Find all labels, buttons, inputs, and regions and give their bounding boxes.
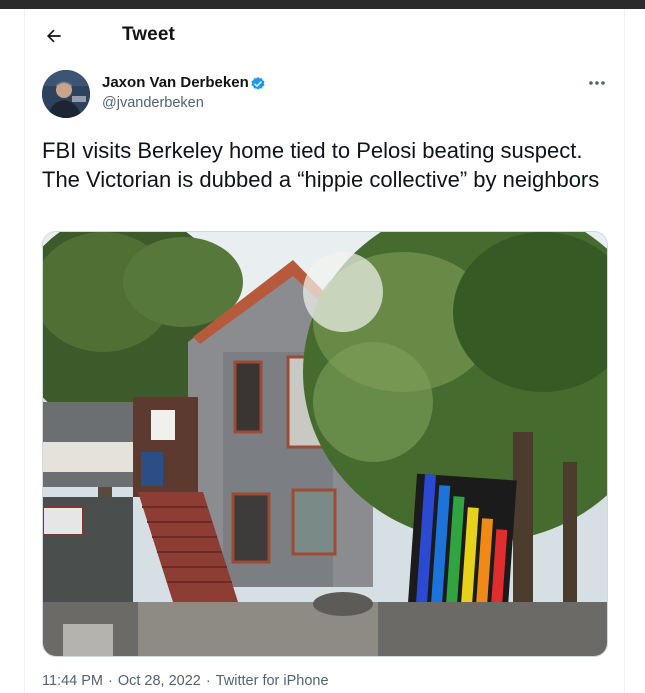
tweet-metadata: 11:44 PM · Oct 28, 2022 · Twitter for iPhone	[42, 673, 329, 689]
tweet-source[interactable]: Twitter for iPhone	[216, 673, 329, 689]
tweet-text: FBI visits Berkeley home tied to Pelosi …	[42, 138, 600, 192]
tweet-header: Tweet	[25, 9, 624, 62]
tweet-date[interactable]: Oct 28, 2022	[118, 673, 201, 689]
avatar[interactable]	[42, 70, 90, 118]
separator-dot: ·	[205, 673, 211, 689]
browser-top-bar	[0, 0, 645, 9]
more-horizontal-icon	[589, 81, 605, 85]
author-handle[interactable]: @jvanderbeken	[102, 95, 204, 111]
column-border-right	[624, 9, 625, 693]
house-photo-image	[43, 232, 607, 656]
author-name[interactable]: Jaxon Van Derbeken	[102, 74, 249, 91]
separator-dot: ·	[108, 673, 113, 689]
back-button[interactable]	[39, 21, 69, 51]
arrow-left-icon	[47, 29, 61, 43]
column-border-left	[24, 9, 25, 693]
verified-badge-icon	[251, 77, 265, 90]
tweet-time[interactable]: 11:44 PM	[42, 673, 103, 689]
page-title: Tweet	[122, 24, 175, 45]
more-options-button[interactable]	[584, 73, 610, 93]
tweet-photo[interactable]	[42, 231, 608, 657]
